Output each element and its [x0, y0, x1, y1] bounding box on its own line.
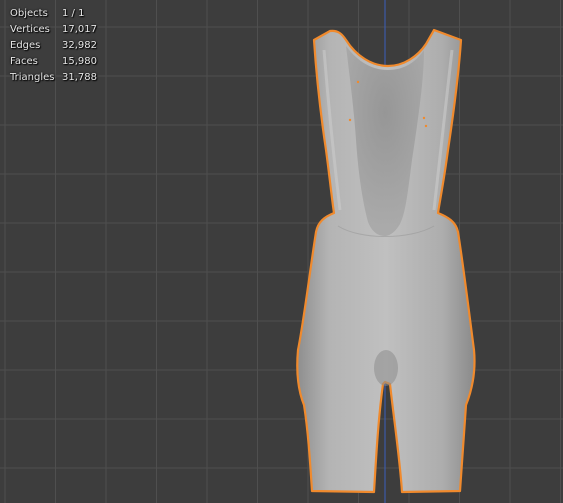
vertex-mark — [348, 118, 352, 122]
stat-label: Edges — [10, 40, 41, 51]
stat-label: Faces — [10, 56, 38, 67]
stat-value: 17,017 — [62, 24, 97, 35]
stat-label: Vertices — [10, 24, 50, 35]
crotch-shadow — [374, 350, 398, 386]
stat-value: 1 / 1 — [62, 8, 85, 19]
stat-row-faces: Faces 15,980 — [10, 54, 97, 70]
stat-label: Objects — [10, 8, 48, 19]
stat-label: Triangles — [10, 72, 55, 83]
stat-row-vertices: Vertices 17,017 — [10, 22, 97, 38]
stat-row-edges: Edges 32,982 — [10, 38, 97, 54]
stat-row-objects: Objects 1 / 1 — [10, 6, 97, 22]
statistics-overlay: Objects 1 / 1 Vertices 17,017 Edges 32,9… — [10, 6, 97, 86]
stat-value: 15,980 — [62, 56, 97, 67]
3d-viewport[interactable]: Objects 1 / 1 Vertices 17,017 Edges 32,9… — [0, 0, 563, 503]
vertex-mark — [356, 80, 360, 84]
stat-value: 31,788 — [62, 72, 97, 83]
stat-value: 32,982 — [62, 40, 97, 51]
vertex-mark — [422, 116, 426, 120]
vertex-mark — [424, 124, 428, 128]
stat-row-triangles: Triangles 31,788 — [10, 70, 97, 86]
